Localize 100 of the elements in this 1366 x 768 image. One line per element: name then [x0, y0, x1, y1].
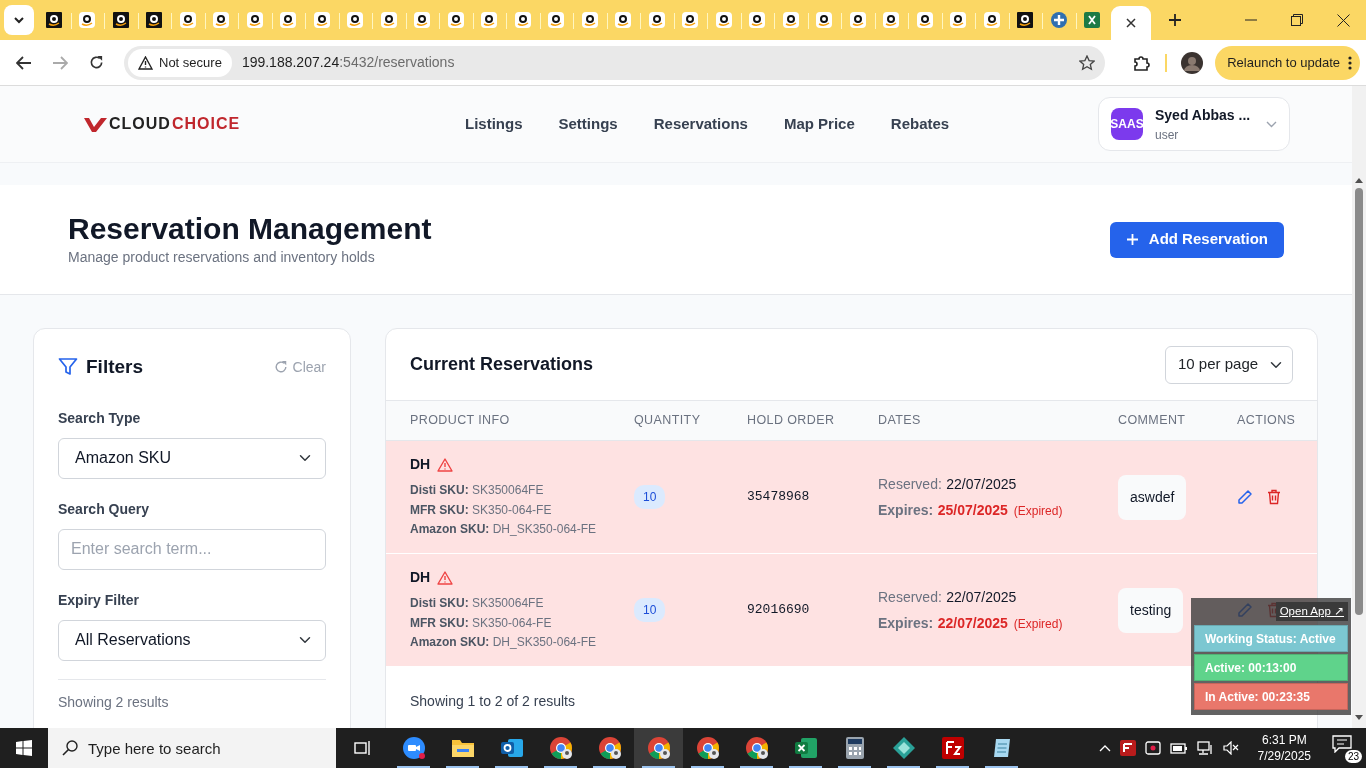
scroll-up-icon[interactable]: [1355, 178, 1363, 183]
nav-link[interactable]: Listings: [465, 112, 523, 136]
tab-favicon-icon: [447, 12, 464, 28]
clock-time[interactable]: 6:31 PM: [1257, 732, 1311, 748]
plus-icon: [1125, 233, 1139, 246]
tab-favicon-icon: [313, 12, 330, 28]
address-bar[interactable]: Not secure 199.188.207.24:5432/reservations: [124, 45, 1106, 80]
file-transfer-icon: [940, 736, 965, 760]
expired-status: (Expired): [1013, 617, 1063, 631]
column-header: PRODUCT INFO: [410, 412, 511, 430]
tab-favicon-icon: [514, 12, 531, 28]
status-bar: In Active: 00:23:35: [1194, 683, 1348, 711]
browser-icon: [597, 736, 622, 760]
sku-line: Amazon SKU: DH_SK350-064-FE: [410, 521, 598, 539]
nav-link[interactable]: Map Price: [783, 112, 855, 136]
puzzle-icon[interactable]: [1133, 53, 1152, 72]
page-subtitle: Manage product reservations and inventory holds: [68, 248, 376, 267]
reserved-label: Reserved:: [878, 476, 942, 492]
tab-favicon-icon: [1084, 12, 1101, 28]
browser-icon: [548, 736, 573, 760]
sku-line: MFR SKU: SK350-064-FE: [410, 501, 553, 519]
taskbar-search-field[interactable]: Type here to search: [48, 728, 336, 768]
tab-favicon-icon: [682, 12, 699, 28]
nav-link[interactable]: Rebates: [890, 112, 950, 136]
quantity-badge: 10: [634, 485, 666, 509]
browser-icon: [646, 736, 671, 760]
scrollbar-thumb[interactable]: [1355, 188, 1363, 615]
spreadsheet-icon: [793, 737, 818, 759]
logo[interactable]: CLOUDCHOICE: [84, 112, 465, 136]
column-header: ACTIONS: [1237, 412, 1297, 430]
edit-button[interactable]: [1237, 489, 1253, 505]
close-icon[interactable]: [1126, 18, 1136, 28]
field-label: Search Query: [58, 499, 151, 519]
panel-title: Current Reservations: [410, 353, 594, 376]
relaunch-button[interactable]: Relaunch to update: [1215, 45, 1360, 80]
open-app-link[interactable]: Open App ↗: [1275, 602, 1348, 622]
back-arrow-icon: [16, 55, 32, 70]
delete-button[interactable]: [1267, 489, 1281, 505]
security-chip[interactable]: Not secure: [128, 48, 232, 77]
sku-line: Amazon SKU: DH_SK350-064-FE: [410, 634, 598, 652]
chevron-down-icon: [13, 16, 25, 24]
sku-line: Disti SKU: SK350064FE: [410, 595, 545, 613]
notification-button[interactable]: 23: [1330, 733, 1362, 763]
folder-icon: [450, 738, 475, 758]
tab-favicon-icon: [112, 12, 129, 28]
per-page-select[interactable]: 10 per page: [1165, 345, 1293, 384]
tab-favicon-icon: [816, 12, 833, 28]
column-header: HOLD ORDER: [747, 412, 836, 430]
sku-line: MFR SKU: SK350-064-FE: [410, 614, 553, 632]
tab-favicon-icon: [481, 12, 498, 28]
field-label: Expiry Filter: [58, 590, 140, 610]
tray-app-icon[interactable]: [1119, 740, 1136, 756]
quantity-badge: 10: [634, 598, 666, 622]
volume-muted-icon[interactable]: [1222, 741, 1239, 755]
clock-date[interactable]: 7/29/2025: [1257, 748, 1311, 764]
tab-favicon-icon: [983, 12, 1000, 28]
chevron-up-icon[interactable]: [1098, 744, 1111, 752]
expiry-filter-select[interactable]: All Reservations: [58, 619, 326, 661]
pagination-summary: Showing 1 to 2 of 2 results: [410, 691, 575, 711]
expires-label: Expires:: [878, 615, 934, 631]
pencil-icon: [1237, 489, 1253, 505]
plus-icon: [1168, 13, 1182, 27]
user-avatar: SAAS: [1111, 108, 1143, 140]
nav-link[interactable]: Reservations: [653, 112, 748, 136]
browser-icon: [695, 736, 720, 760]
notification-count: 23: [1344, 750, 1362, 763]
video-call-icon: [401, 736, 426, 760]
forward-arrow-icon: [52, 55, 68, 70]
browser-icon: [744, 736, 769, 760]
tab-favicon-icon: [950, 12, 967, 28]
product-name: DH: [410, 568, 431, 588]
expired-status: (Expired): [1013, 504, 1063, 518]
refresh-icon: [273, 360, 288, 375]
field-label: Search Type: [58, 408, 142, 428]
more-icon: [1348, 55, 1352, 70]
expiry-date: 25/07/2025: [937, 502, 1008, 518]
reserved-date: 22/07/2025: [946, 589, 1017, 605]
tab-search-button[interactable]: [4, 5, 34, 35]
search-query-field[interactable]: Enter search term...: [58, 528, 326, 570]
tab-favicon-icon: [213, 12, 230, 28]
tab-favicon-icon: [45, 12, 62, 28]
network-icon[interactable]: [1196, 740, 1214, 756]
add-reservation-button[interactable]: Add Reservation: [1109, 221, 1284, 258]
scrollbar[interactable]: [1352, 86, 1366, 728]
v-logo-icon: [84, 116, 108, 132]
star-icon[interactable]: [1079, 54, 1096, 71]
taskbar-app-button[interactable]: [634, 728, 683, 768]
column-header: DATES: [878, 412, 922, 430]
search-type-select[interactable]: Amazon SKU: [58, 437, 326, 479]
scroll-down-icon[interactable]: [1355, 715, 1363, 720]
battery-icon[interactable]: [1169, 742, 1188, 754]
nav-link[interactable]: Settings: [558, 112, 618, 136]
sku-line: Disti SKU: SK350064FE: [410, 482, 545, 500]
tab-favicon-icon: [782, 12, 799, 28]
tab-favicon-icon: [246, 12, 263, 28]
restore-icon: [1291, 14, 1303, 26]
profile-avatar-icon[interactable]: [1181, 51, 1204, 74]
comment-text: aswdef: [1118, 474, 1187, 520]
tray-app-icon[interactable]: [1144, 740, 1161, 756]
url-host: 199.188.207.24: [241, 53, 340, 72]
